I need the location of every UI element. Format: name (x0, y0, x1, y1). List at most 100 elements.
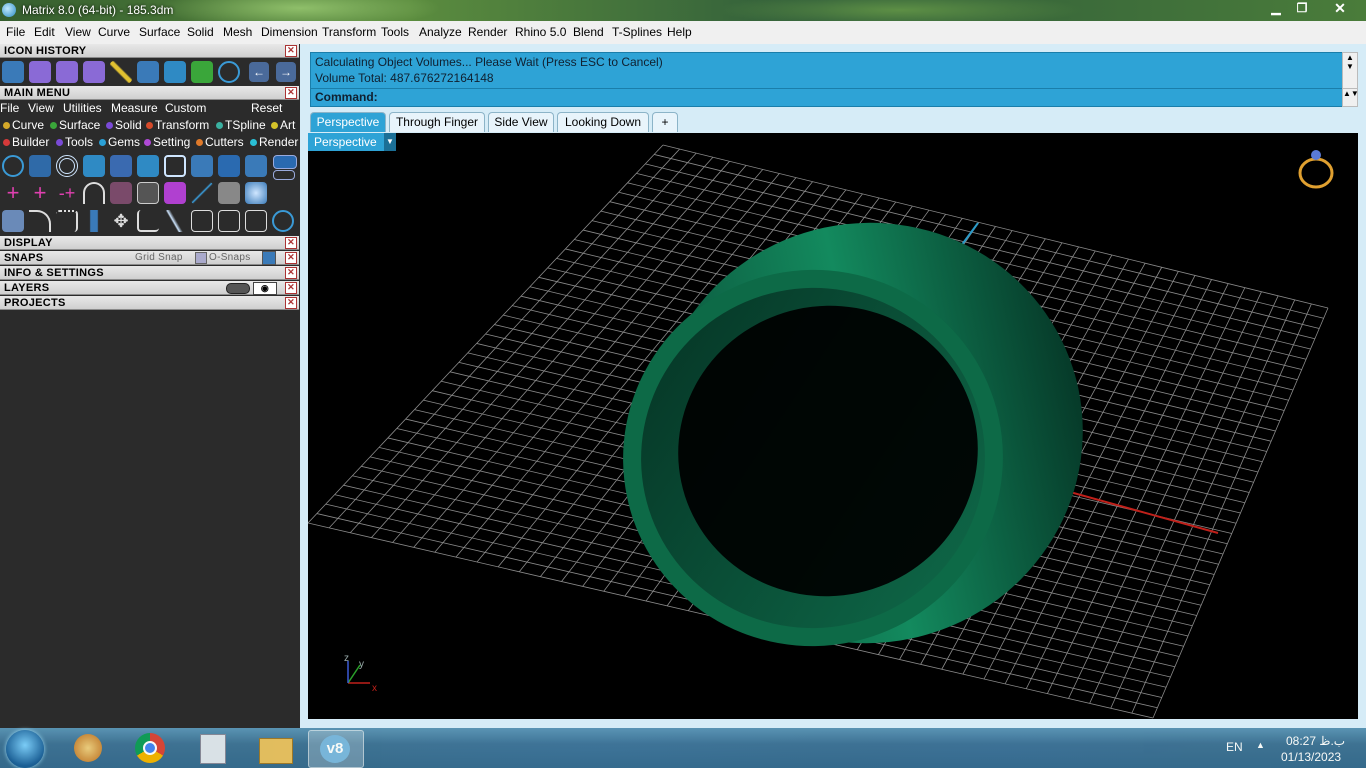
plus-icon[interactable]: + (2, 182, 24, 204)
tab-gems[interactable]: Gems (99, 135, 140, 149)
tab-side-view[interactable]: Side View (488, 112, 554, 132)
info-settings-header[interactable]: INFO & SETTINGS ✕ (0, 266, 299, 280)
chevron-down-icon[interactable]: ▼ (384, 133, 396, 151)
clock-time[interactable]: 08:27 ب.ظ (1286, 734, 1345, 748)
line-icon[interactable] (110, 61, 132, 83)
command-history-scrollbar[interactable]: ▲ ▼ (1342, 52, 1358, 89)
minimize-button[interactable]: ▁ (1264, 0, 1288, 18)
tab-cutters[interactable]: Cutters (196, 135, 244, 149)
layer-toggle-icon[interactable] (226, 283, 250, 294)
close-icon[interactable]: ✕ (285, 87, 297, 99)
fillet-icon[interactable] (56, 210, 78, 232)
layers-header[interactable]: LAYERS ◉ ✕ (0, 281, 299, 295)
link-icon[interactable] (137, 182, 159, 204)
main-menu-view[interactable]: View (28, 101, 54, 115)
menu-solid[interactable]: Solid (187, 25, 214, 39)
forward-arrow-icon[interactable]: → (276, 62, 296, 82)
minus-plus-icon[interactable]: -+ (56, 182, 78, 204)
history-tool-icon[interactable] (2, 61, 24, 83)
menu-rhino5[interactable]: Rhino 5.0 (515, 25, 566, 39)
menu-view[interactable]: View (65, 25, 91, 39)
box-icon[interactable] (56, 61, 78, 83)
ring-profile-icon[interactable] (83, 155, 105, 177)
plus-icon[interactable]: + (29, 182, 51, 204)
snap-settings-icon[interactable] (262, 251, 276, 265)
tab-curve[interactable]: Curve (3, 118, 44, 132)
menu-analyze[interactable]: Analyze (419, 25, 462, 39)
main-menu-header[interactable]: MAIN MENU ✕ (0, 86, 299, 100)
close-button[interactable]: ✕ (1316, 0, 1364, 18)
shield-icon[interactable] (191, 155, 213, 177)
projects-header[interactable]: PROJECTS ✕ (0, 296, 299, 310)
eye-icon[interactable]: ◉ (253, 282, 277, 295)
grid-snap-toggle[interactable]: Grid Snap (135, 251, 183, 265)
panel-toggle-icon[interactable] (273, 155, 297, 169)
menu-file[interactable]: File (6, 25, 25, 39)
osnaps-toggle[interactable]: O-Snaps (209, 251, 251, 265)
command-input[interactable]: Command: (310, 88, 1344, 107)
arc-icon[interactable] (29, 210, 51, 232)
calculator-icon[interactable] (186, 730, 240, 766)
menu-tsplines[interactable]: T-Splines (612, 25, 662, 39)
perspective-viewport[interactable]: z y x Perspective ▼ (308, 133, 1358, 719)
menu-curve[interactable]: Curve (98, 25, 130, 39)
boolean-icon[interactable] (164, 182, 186, 204)
tab-setting[interactable]: Setting (144, 135, 190, 149)
check-icon[interactable] (191, 182, 213, 204)
group-icon[interactable] (191, 210, 213, 232)
tab-tspline[interactable]: TSpline (216, 118, 266, 132)
main-menu-utilities[interactable]: Utilities (63, 101, 102, 115)
icon-history-header[interactable]: ICON HISTORY ✕ (0, 44, 299, 58)
start-button[interactable] (6, 730, 44, 768)
scale-icon[interactable] (164, 210, 186, 232)
arch-icon[interactable] (83, 182, 105, 204)
trim-icon[interactable] (245, 210, 267, 232)
menu-render[interactable]: Render (468, 25, 507, 39)
tab-through-finger[interactable]: Through Finger (389, 112, 485, 132)
osnap-icon[interactable] (195, 252, 207, 264)
tab-builder[interactable]: Builder (3, 135, 49, 149)
close-icon[interactable]: ✕ (285, 45, 297, 57)
ring-icon[interactable] (56, 155, 78, 177)
array-icon[interactable] (2, 210, 24, 232)
tab-perspective[interactable]: Perspective (310, 112, 386, 132)
add-viewport-icon[interactable]: + (652, 112, 678, 132)
panel-toggle-icon[interactable] (273, 170, 295, 180)
command-input-scrollbar[interactable]: ▲▼ (1342, 88, 1359, 107)
chrome-icon[interactable] (124, 730, 178, 766)
spring-icon[interactable] (245, 155, 267, 177)
paint-app-icon[interactable] (62, 730, 116, 766)
ring-icon[interactable] (164, 61, 186, 83)
tab-solid[interactable]: Solid (106, 118, 142, 132)
tab-art[interactable]: Art (271, 118, 295, 132)
language-indicator[interactable]: EN (1226, 740, 1243, 754)
mirror-icon[interactable] (83, 210, 105, 232)
circle-icon[interactable] (218, 61, 240, 83)
back-arrow-icon[interactable]: ← (249, 62, 269, 82)
ungroup-icon[interactable] (218, 210, 240, 232)
grid-icon[interactable] (218, 182, 240, 204)
main-menu-measure[interactable]: Measure (111, 101, 158, 115)
tab-surface[interactable]: Surface (50, 118, 100, 132)
display-header[interactable]: DISPLAY ✕ (0, 236, 299, 250)
tray-expand-icon[interactable]: ▲ (1256, 740, 1265, 750)
menu-surface[interactable]: Surface (139, 25, 180, 39)
move-icon[interactable]: ✥ (110, 210, 132, 232)
menu-mesh[interactable]: Mesh (223, 25, 252, 39)
menu-edit[interactable]: Edit (34, 25, 55, 39)
main-menu-custom[interactable]: Custom (165, 101, 206, 115)
clock-date[interactable]: 01/13/2023 (1281, 750, 1341, 764)
curve-icon[interactable] (29, 155, 51, 177)
menu-dimension[interactable]: Dimension (261, 25, 318, 39)
gem-icon[interactable] (191, 61, 213, 83)
cylinder-icon[interactable] (218, 155, 240, 177)
close-icon[interactable]: ✕ (285, 297, 297, 309)
tab-transform[interactable]: Transform (146, 118, 209, 132)
split-icon[interactable] (110, 182, 132, 204)
matrix-taskbar-button[interactable]: v8 (308, 730, 364, 768)
close-icon[interactable]: ✕ (285, 267, 297, 279)
maximize-button[interactable]: ❐ (1290, 0, 1314, 18)
menu-transform[interactable]: Transform (322, 25, 376, 39)
curve-icon[interactable] (137, 61, 159, 83)
circle-icon[interactable] (272, 210, 294, 232)
